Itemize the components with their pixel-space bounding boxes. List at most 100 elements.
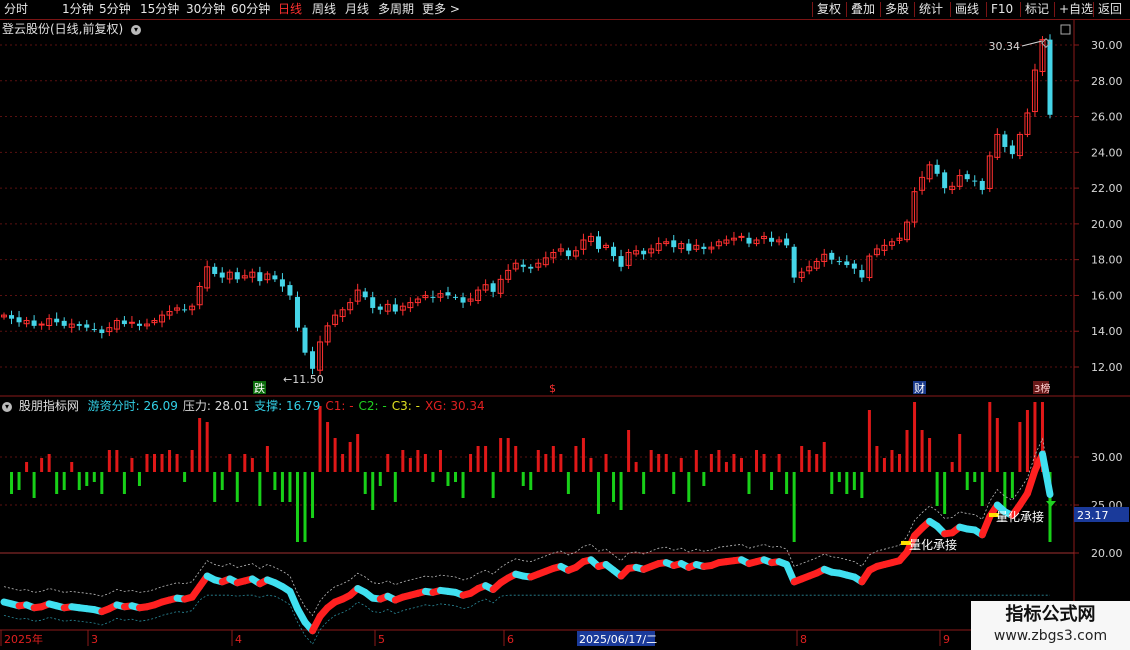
candle-body bbox=[641, 250, 647, 255]
hist-bar bbox=[995, 418, 999, 472]
candle-body bbox=[686, 243, 692, 251]
indicator-name[interactable]: 股朋指标网 bbox=[19, 399, 79, 413]
hist-bar bbox=[371, 472, 375, 510]
chevron-down-icon[interactable]: ▾ bbox=[131, 24, 142, 35]
price-tick-label: 12.00 bbox=[1091, 361, 1123, 374]
hist-bar bbox=[965, 472, 969, 490]
hist-bar bbox=[461, 472, 465, 498]
kline-chart[interactable]: 30.00 28.00 26.00 24.00 22.00 20.00 18.00 16.00… bbox=[0, 0, 1130, 650]
hist-bar bbox=[326, 422, 330, 472]
hist-bar bbox=[107, 450, 111, 472]
candle-body bbox=[392, 304, 398, 312]
x-axis-label: 5 bbox=[378, 633, 385, 646]
hist-bar bbox=[709, 454, 713, 472]
stock-title: 登云股份(日线,前复权) bbox=[2, 22, 124, 36]
x-axis-label: 8 bbox=[800, 633, 807, 646]
hist-bar bbox=[190, 450, 194, 472]
hist-bar bbox=[175, 454, 179, 472]
candle-body bbox=[460, 297, 466, 303]
hist-bar bbox=[168, 450, 172, 472]
hist-bar bbox=[265, 446, 269, 472]
hist-bar bbox=[469, 454, 473, 472]
hist-bar bbox=[732, 454, 736, 472]
hist-bar bbox=[311, 472, 315, 518]
hist-bar bbox=[657, 454, 661, 472]
hist-bar bbox=[205, 422, 209, 472]
hist-bar bbox=[341, 454, 345, 472]
candle-body bbox=[61, 320, 67, 326]
hist-bar bbox=[92, 472, 96, 482]
hist-bar bbox=[454, 472, 458, 482]
chevron-down-icon[interactable]: ▾ bbox=[2, 401, 12, 412]
hist-bar bbox=[348, 442, 352, 472]
candle-body bbox=[979, 180, 985, 190]
candle-body bbox=[769, 237, 775, 242]
current-value-label: 23.17 bbox=[1077, 509, 1109, 522]
youzi-line-seg bbox=[1023, 466, 1039, 497]
hist-bar bbox=[950, 462, 954, 472]
down-arrow-icon bbox=[1046, 501, 1056, 507]
candle-body bbox=[121, 320, 127, 325]
hist-bar bbox=[815, 454, 819, 472]
hist-bar bbox=[566, 472, 570, 494]
x-axis-label: 3 bbox=[91, 633, 98, 646]
price-tick-label: 14.00 bbox=[1091, 325, 1123, 338]
panel-toggle-icon bbox=[1060, 24, 1071, 35]
hist-bar bbox=[672, 472, 676, 494]
hist-bar bbox=[928, 438, 932, 472]
candle-body bbox=[851, 263, 857, 269]
watermark-url: www.zbgs3.com bbox=[993, 628, 1108, 644]
candle-body bbox=[942, 172, 948, 189]
hist-bar bbox=[596, 472, 600, 514]
hist-bar bbox=[521, 472, 525, 486]
hist-bar bbox=[642, 472, 646, 494]
hist-bar bbox=[687, 472, 691, 502]
hist-bar bbox=[77, 472, 81, 490]
hist-bar bbox=[581, 438, 585, 472]
candle-body bbox=[128, 321, 135, 324]
hist-bar bbox=[724, 462, 728, 472]
hist-bar bbox=[499, 438, 503, 472]
candle-body bbox=[746, 237, 752, 244]
marker-dollar: $ bbox=[549, 382, 556, 395]
hist-bar bbox=[137, 472, 141, 486]
hist-bar bbox=[785, 472, 789, 494]
candle-body bbox=[430, 296, 436, 298]
candle-body bbox=[701, 246, 707, 249]
indicator-item-0: 游资分时: 26.09 bbox=[87, 399, 178, 413]
candle-body bbox=[490, 283, 496, 292]
hist-bar bbox=[875, 446, 879, 472]
hist-bar bbox=[100, 472, 104, 494]
hist-bar bbox=[890, 450, 894, 472]
hist-bar bbox=[408, 458, 412, 472]
hist-bar bbox=[491, 472, 495, 498]
hist-bar bbox=[747, 472, 751, 494]
hist-bar bbox=[649, 450, 653, 472]
candle-body bbox=[272, 275, 278, 280]
candle-body bbox=[136, 323, 142, 326]
hist-bar bbox=[47, 454, 51, 472]
hist-bar bbox=[867, 410, 871, 472]
hist-bar bbox=[536, 450, 540, 472]
hist-bar bbox=[153, 454, 157, 472]
price-tick-label: 28.00 bbox=[1091, 75, 1123, 88]
candle-body bbox=[453, 296, 459, 298]
candle-body bbox=[279, 279, 285, 287]
low-price-label: ←11.50 bbox=[283, 373, 324, 386]
hist-bar bbox=[220, 472, 224, 490]
candle-body bbox=[520, 264, 526, 267]
cursor-date-label: 2025/06/17/二 bbox=[579, 633, 657, 646]
hist-bar bbox=[822, 442, 826, 472]
hist-bar bbox=[17, 472, 21, 490]
hist-bar bbox=[755, 450, 759, 472]
price-tick-label: 26.00 bbox=[1091, 111, 1123, 124]
hist-bar bbox=[386, 454, 390, 472]
hist-bar bbox=[988, 402, 992, 472]
hist-bar bbox=[1010, 472, 1014, 498]
x-axis-label: 2025年 bbox=[4, 632, 43, 646]
hist-bar bbox=[770, 472, 774, 490]
hist-bar bbox=[476, 446, 480, 472]
hist-bar bbox=[32, 472, 36, 498]
candle-body bbox=[972, 180, 978, 182]
hist-bar bbox=[198, 418, 202, 472]
